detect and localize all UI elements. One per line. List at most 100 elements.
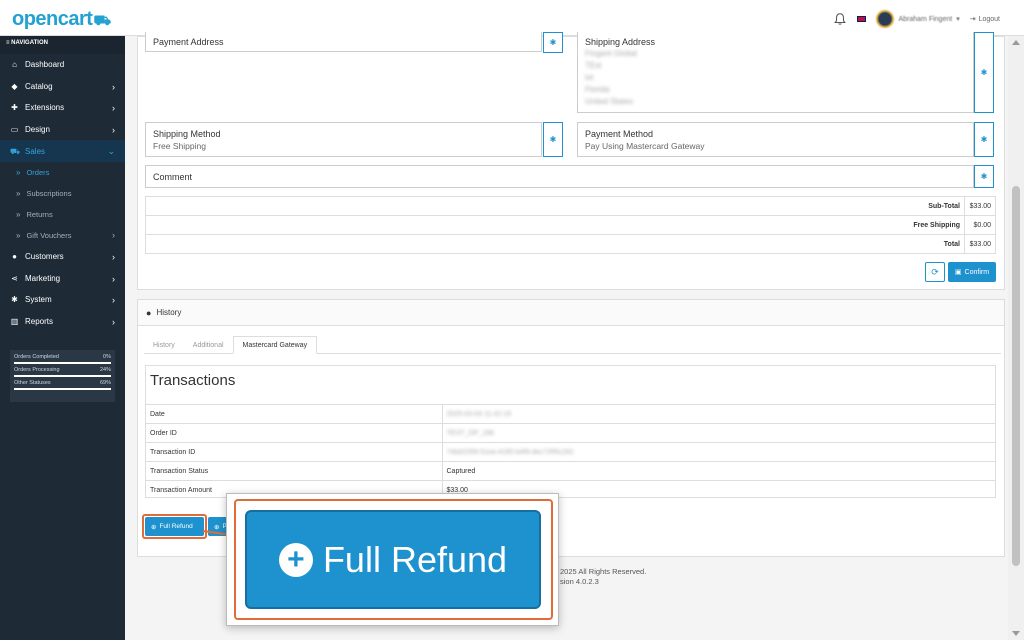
sidebar-item-extensions[interactable]: ✚ Extensions › xyxy=(0,97,125,119)
tab-mastercard-gateway[interactable]: Mastercard Gateway xyxy=(232,336,318,354)
home-icon: ⌂ xyxy=(12,60,17,70)
sidebar-item-label: Dashboard xyxy=(25,60,65,70)
refresh-button[interactable]: ⟳ xyxy=(925,262,945,282)
double-chevron-icon: » xyxy=(16,167,21,177)
comment-label: Comment xyxy=(153,172,193,182)
total-label: Total xyxy=(145,234,965,254)
sidebar-item-label: Extensions xyxy=(25,103,65,113)
share-icon: ⋖ xyxy=(11,273,18,283)
sidebar-item-label: System xyxy=(25,295,52,305)
header-right: Abraham Fingent ▾ ⇥ Logout xyxy=(833,10,1000,28)
comment-settings-button[interactable]: ✱ xyxy=(974,165,994,188)
order-totals-table: Sub-Total $33.00 Free Shipping $0.00 Tot… xyxy=(145,196,996,254)
full-refund-button-zoomed[interactable]: + Full Refund xyxy=(245,510,541,609)
stat-label: Other Statuses xyxy=(14,380,51,386)
nav-heading: ≡ NAVIGATION xyxy=(0,36,125,54)
shipping-address-label: Shipping Address xyxy=(585,37,656,47)
sidebar-item-design[interactable]: ▭ Design › xyxy=(0,119,125,141)
stat-other-statuses: Other Statuses 69% xyxy=(14,380,111,390)
chevron-right-icon: › xyxy=(112,124,115,135)
sidebar-item-marketing[interactable]: ⋖ Marketing › xyxy=(0,268,125,290)
shipping-address-box: Shipping Address Fingent Global TEst txt… xyxy=(577,32,974,113)
stat-label: Orders Completed xyxy=(14,354,59,360)
address-line: United States xyxy=(585,97,634,106)
sidebar-subitem-returns[interactable]: » Returns xyxy=(0,204,125,225)
avatar xyxy=(876,10,895,28)
history-tabs: History Additional Mastercard Gateway xyxy=(144,336,1001,354)
page-scrollbar[interactable] xyxy=(1008,36,1024,640)
sidebar-subitem-subscriptions[interactable]: » Subscriptions xyxy=(0,183,125,204)
row-key: Transaction Status xyxy=(146,461,443,481)
full-refund-button[interactable]: ⊕ Full Refund xyxy=(145,517,204,536)
scroll-down-icon[interactable] xyxy=(1012,631,1020,636)
row-value: Captured xyxy=(442,461,995,481)
total-value: $33.00 xyxy=(964,234,996,254)
double-chevron-icon: » xyxy=(16,188,21,198)
gear-icon: ✱ xyxy=(549,135,557,144)
logout-link[interactable]: ⇥ Logout xyxy=(970,15,1000,24)
sidebar-subitem-orders[interactable]: » Orders xyxy=(0,162,125,183)
row-key: Date xyxy=(146,404,443,424)
opencart-logo[interactable]: opencart⛟ xyxy=(12,8,111,31)
bar-chart-icon: ▥ xyxy=(10,317,19,327)
sidebar-item-reports[interactable]: ▥ Reports › xyxy=(0,311,125,333)
sidebar: ≡ NAVIGATION ⌂ Dashboard ◆ Catalog › ✚ Exten… xyxy=(0,36,125,640)
payment-address-label: Payment Address xyxy=(153,37,224,47)
sidebar-item-sales[interactable]: ⛟ Sales ⌄ xyxy=(0,140,125,162)
scroll-up-icon[interactable] xyxy=(1012,40,1020,45)
stat-value: 0% xyxy=(103,354,111,360)
payment-method-settings-button[interactable]: ✱ xyxy=(974,122,994,157)
transactions-title: Transactions xyxy=(150,372,236,389)
address-line: TEst xyxy=(585,61,602,70)
sidebar-item-label: Design xyxy=(25,125,50,135)
table-row: Total $33.00 xyxy=(145,234,996,254)
sidebar-item-customers[interactable]: ● Customers › xyxy=(0,246,125,268)
chevron-right-icon: › xyxy=(112,295,115,306)
tab-additional[interactable]: Additional xyxy=(184,336,233,354)
chevron-right-icon: › xyxy=(112,103,115,114)
user-menu[interactable]: Abraham Fingent ▾ xyxy=(876,10,960,28)
sidebar-item-label: Customers xyxy=(25,252,64,262)
cart-logo-icon: ⛟ xyxy=(93,12,111,28)
chevron-right-icon: › xyxy=(112,229,115,240)
row-key: Transaction ID xyxy=(146,442,443,462)
full-refund-label: Full Refund xyxy=(159,523,193,530)
save-icon: ▣ xyxy=(954,269,962,276)
payment-address-settings-button[interactable]: ✱ xyxy=(543,32,563,53)
transactions-table: Date 2025-03-03 11:42:19 Order ID TEST_O… xyxy=(146,404,995,500)
confirm-button[interactable]: ▣ Confirm xyxy=(948,262,996,282)
sidebar-item-label: Reports xyxy=(25,317,54,327)
shipping-address-settings-button[interactable]: ✱ xyxy=(974,32,994,113)
tag-icon: ◆ xyxy=(11,81,18,91)
sidebar-item-label: Sales xyxy=(25,146,46,156)
sidebar-item-system[interactable]: ✱ System › xyxy=(0,289,125,311)
shipping-method-value: Free Shipping xyxy=(153,141,206,151)
scrollbar-thumb[interactable] xyxy=(1012,186,1020,566)
top-header: opencart⛟ Abraham Fingent ▾ ⇥ Logout xyxy=(0,0,1024,36)
row-value: TEST_OP_186 xyxy=(442,423,995,443)
stat-label: Orders Processing xyxy=(14,367,60,373)
footer-version: sion 4.0.2.3 xyxy=(560,577,599,586)
sidebar-item-catalog[interactable]: ◆ Catalog › xyxy=(0,76,125,98)
refresh-icon: ⟳ xyxy=(931,266,939,277)
copyright-text: 2025 All Rights Reserved. xyxy=(560,567,647,576)
table-row: Order ID TEST_OP_186 xyxy=(146,423,995,443)
table-row: Free Shipping $0.00 xyxy=(145,215,996,235)
chevron-right-icon: › xyxy=(112,251,115,262)
sidebar-subitem-gift-vouchers[interactable]: » Gift Vouchers › xyxy=(0,225,125,246)
footer-copyright: 2025 All Rights Reserved. xyxy=(560,567,646,576)
language-flag-icon[interactable] xyxy=(857,16,867,22)
tab-history[interactable]: History xyxy=(144,336,184,354)
comment-icon: ● xyxy=(146,307,152,318)
sidebar-subitem-label: Gift Vouchers xyxy=(26,230,72,240)
sidebar-item-dashboard[interactable]: ⌂ Dashboard xyxy=(0,54,125,76)
order-stats-panel: Orders Completed 0% Orders Processing 24% … xyxy=(10,350,115,402)
address-line: Florida xyxy=(585,85,610,94)
stat-value: 24% xyxy=(99,367,111,373)
sidebar-subitem-label: Returns xyxy=(26,209,53,219)
shipping-method-settings-button[interactable]: ✱ xyxy=(543,122,563,157)
table-row: Date 2025-03-03 11:42:19 xyxy=(146,404,995,424)
bell-icon[interactable] xyxy=(833,12,847,26)
table-row: Transaction Status Captured xyxy=(146,461,995,481)
shipping-method-label: Shipping Method xyxy=(153,129,221,139)
